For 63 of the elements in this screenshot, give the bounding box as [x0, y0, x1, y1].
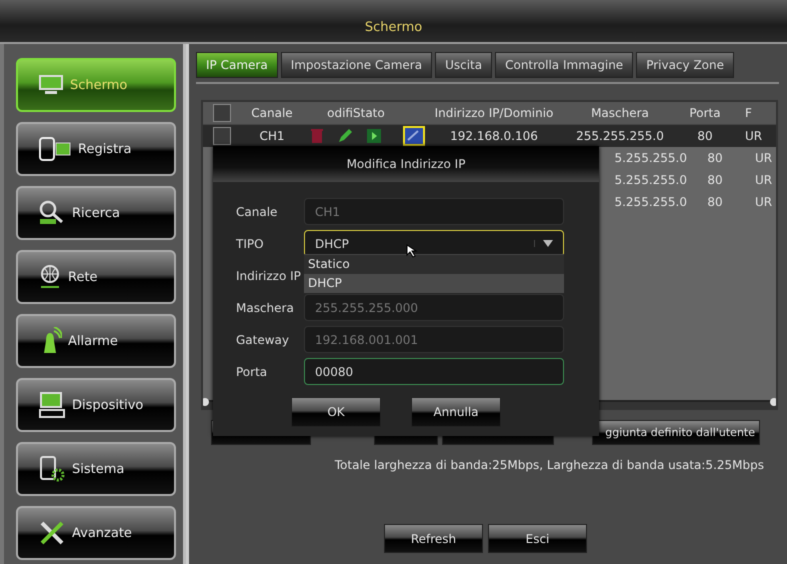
footer-button[interactable]: Esci — [488, 524, 587, 553]
checkbox[interactable] — [213, 104, 231, 122]
field-label: Porta — [236, 364, 268, 378]
footer-button[interactable]: Refresh — [384, 524, 483, 553]
sidebar-item[interactable]: Rete — [16, 250, 176, 304]
column-header: F — [745, 106, 752, 120]
table-cell: 192.168.0.106 — [450, 129, 538, 143]
dialog-title: Modifica Indirizzo IP — [213, 146, 599, 182]
field-label: Gateway — [236, 332, 290, 346]
column-header: Porta — [689, 106, 721, 120]
table-cell: 80 — [707, 195, 723, 209]
column-header: Stato — [353, 106, 385, 120]
checkbox[interactable] — [213, 127, 231, 145]
table-cell: UR — [755, 151, 772, 165]
sidebar-item[interactable]: Sistema — [16, 442, 176, 496]
field-label: Indirizzo IP — [236, 268, 302, 282]
caret-icon — [534, 240, 553, 247]
edit-box-icon[interactable] — [403, 126, 425, 146]
table-cell: 80 — [707, 173, 723, 187]
sidebar-item[interactable]: Avanzate — [16, 506, 176, 560]
table-cell: 5.255.255.0 — [614, 173, 687, 187]
tools-icon — [38, 519, 66, 547]
input-field[interactable]: 00080 — [304, 358, 564, 385]
table-cell: 80 — [707, 151, 723, 165]
tab[interactable]: IP Camera — [196, 52, 278, 78]
sidebar-item[interactable]: Allarme — [16, 314, 176, 368]
sidebar-item[interactable]: Dispositivo — [16, 378, 176, 432]
globe-icon — [38, 264, 62, 290]
table-cell: 255.255.255.0 — [576, 129, 664, 143]
field-label: Canale — [236, 204, 278, 218]
dropdown-option[interactable]: Statico — [304, 255, 564, 274]
table-cell: 80 — [697, 129, 713, 143]
tab[interactable]: Privacy Zone — [636, 52, 734, 78]
column-header: Maschera — [591, 106, 649, 120]
sidebar-item[interactable]: Ricerca — [16, 186, 176, 240]
tab[interactable]: Controlla Immagine — [495, 52, 634, 78]
tab[interactable]: Uscita — [435, 52, 492, 78]
table-cell: UR — [745, 129, 762, 143]
play-icon[interactable] — [365, 127, 383, 145]
search-icon — [38, 200, 66, 226]
column-header: Canale — [251, 106, 293, 120]
bandwidth-text: Totale larghezza di banda:25Mbps, Larghezza di banda usata:5.25Mbps — [334, 458, 764, 472]
tablet-gear-icon — [38, 455, 66, 483]
computer-icon — [38, 391, 66, 419]
field-label: Maschera — [236, 300, 295, 314]
sidebar-item[interactable]: Registra — [16, 122, 176, 176]
dialog-button[interactable]: OK — [291, 397, 381, 427]
column-header: odifi — [327, 106, 353, 120]
monitor-icon — [38, 74, 64, 96]
field-label: TIPO — [236, 236, 265, 250]
dropdown-option[interactable]: DHCP — [304, 274, 564, 293]
window-title: Schermo — [364, 19, 424, 35]
add-custom-button[interactable]: ggiunta definito dall'utente — [592, 420, 760, 445]
table-cell: UR — [755, 173, 772, 187]
column-header: Indirizzo IP/Dominio — [434, 106, 554, 120]
cursor-icon — [406, 244, 418, 258]
phone-icon — [38, 136, 72, 162]
table-cell: CH1 — [259, 129, 285, 143]
tab[interactable]: Impostazione Camera — [280, 52, 432, 78]
table-cell: UR — [755, 195, 772, 209]
table-cell: 5.255.255.0 — [614, 151, 687, 165]
table-cell: 5.255.255.0 — [614, 195, 687, 209]
dialog-button[interactable]: Annulla — [411, 397, 501, 427]
